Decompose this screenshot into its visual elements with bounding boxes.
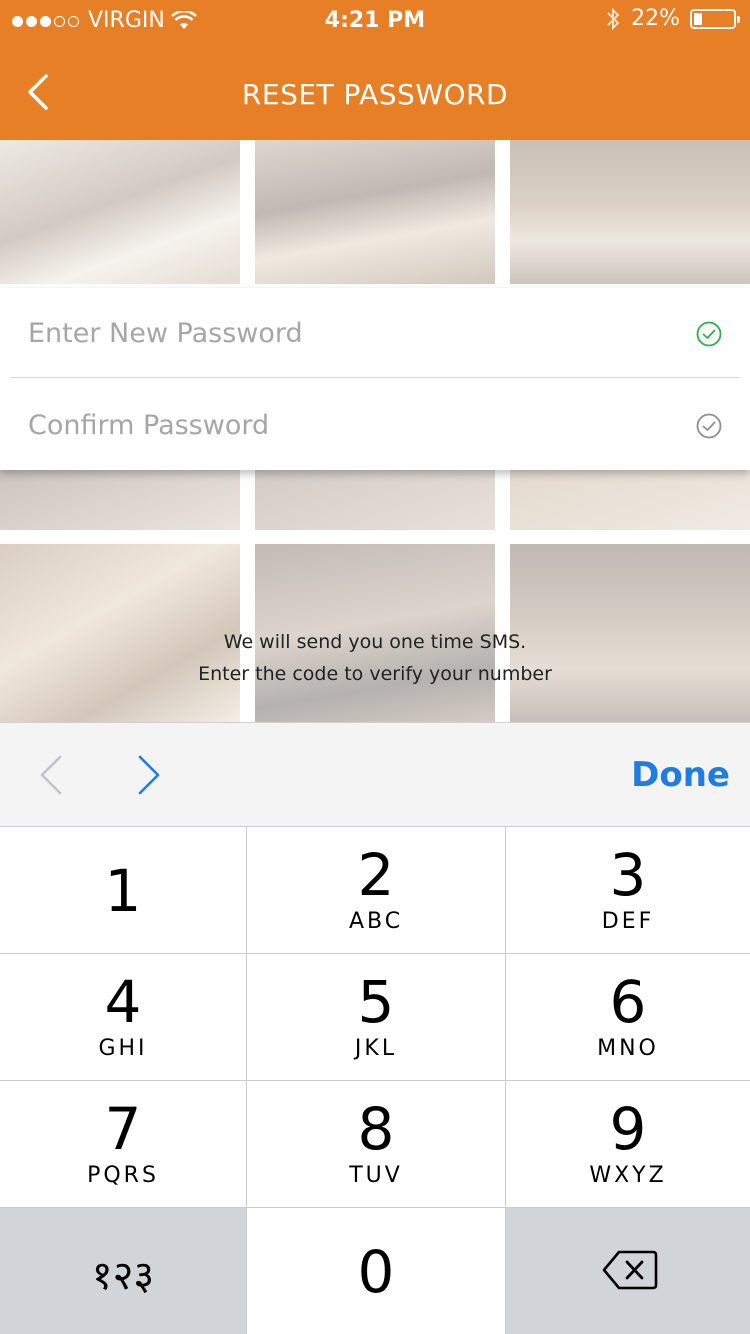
key-digit: 0 [357, 1238, 395, 1306]
password-form [0, 288, 750, 470]
key-digit: 4 [104, 968, 142, 1036]
key-2[interactable]: 2 ABC [247, 827, 505, 953]
numeric-keypad: 1 2 ABC 3 DEF 4 GHI 5 JKL 6 MNO 7 PQRS 8… [0, 826, 750, 1334]
key-digit: 7 [104, 1095, 142, 1163]
key-4[interactable]: 4 GHI [0, 954, 246, 1080]
key-letters: PQRS [87, 1163, 159, 1188]
background-photo [510, 140, 750, 284]
key-letters: TUV [349, 1163, 403, 1188]
status-bar: VIRGIN 4:21 PM 22% [0, 0, 750, 40]
background-photo [255, 470, 495, 530]
key-digit: 8 [357, 1095, 395, 1163]
confirm-password-row [10, 380, 740, 470]
key-alt-label: १२३ [91, 1253, 155, 1299]
battery-percent: 22% [631, 6, 680, 31]
battery-icon [690, 8, 740, 29]
key-alternate-numerals[interactable]: १२३ [0, 1208, 246, 1334]
delete-key[interactable] [506, 1208, 750, 1334]
key-3[interactable]: 3 DEF [506, 827, 750, 953]
new-password-row [10, 288, 740, 378]
chevron-left-icon[interactable] [36, 753, 66, 797]
chevron-right-icon[interactable] [134, 753, 164, 797]
key-digit: 9 [609, 1095, 647, 1163]
key-7[interactable]: 7 PQRS [0, 1081, 246, 1207]
key-letters: WXYZ [589, 1163, 667, 1188]
key-letters: JKL [354, 1036, 398, 1061]
key-digit: 6 [609, 968, 647, 1036]
header: VIRGIN 4:21 PM 22% RESET PASSWORD [0, 0, 750, 140]
key-digit: 5 [357, 968, 395, 1036]
navigation-bar: RESET PASSWORD [0, 40, 750, 140]
sms-info: We will send you one time SMS. Enter the… [0, 626, 750, 690]
battery-fill [694, 12, 702, 25]
key-5[interactable]: 5 JKL [247, 954, 505, 1080]
sms-info-line1: We will send you one time SMS. [223, 631, 527, 653]
check-circle-icon [696, 321, 722, 347]
key-letters: GHI [98, 1036, 148, 1061]
key-digit: 3 [609, 841, 647, 909]
key-letters: MNO [597, 1036, 659, 1061]
done-button[interactable]: Done [631, 755, 730, 795]
key-letters: DEF [601, 909, 655, 934]
key-letters: ABC [348, 909, 404, 934]
key-digit: 1 [104, 857, 142, 925]
backspace-icon [602, 1250, 658, 1290]
key-digit: 2 [357, 841, 395, 909]
new-password-input[interactable] [28, 310, 648, 356]
check-circle-icon [696, 413, 722, 439]
background-photo [0, 140, 240, 284]
background-photo [255, 140, 495, 284]
keyboard-accessory-bar: Done [0, 722, 750, 826]
bluetooth-icon [607, 7, 620, 30]
key-1[interactable]: 1 [0, 827, 246, 953]
key-9[interactable]: 9 WXYZ [506, 1081, 750, 1207]
page-title: RESET PASSWORD [241, 78, 509, 111]
sms-info-line2: Enter the code to verify your number [198, 663, 552, 685]
key-8[interactable]: 8 TUV [247, 1081, 505, 1207]
key-0[interactable]: 0 [247, 1208, 505, 1334]
confirm-password-input[interactable] [28, 402, 648, 448]
key-6[interactable]: 6 MNO [506, 954, 750, 1080]
background-photo [0, 470, 240, 530]
background-photo [510, 470, 750, 530]
